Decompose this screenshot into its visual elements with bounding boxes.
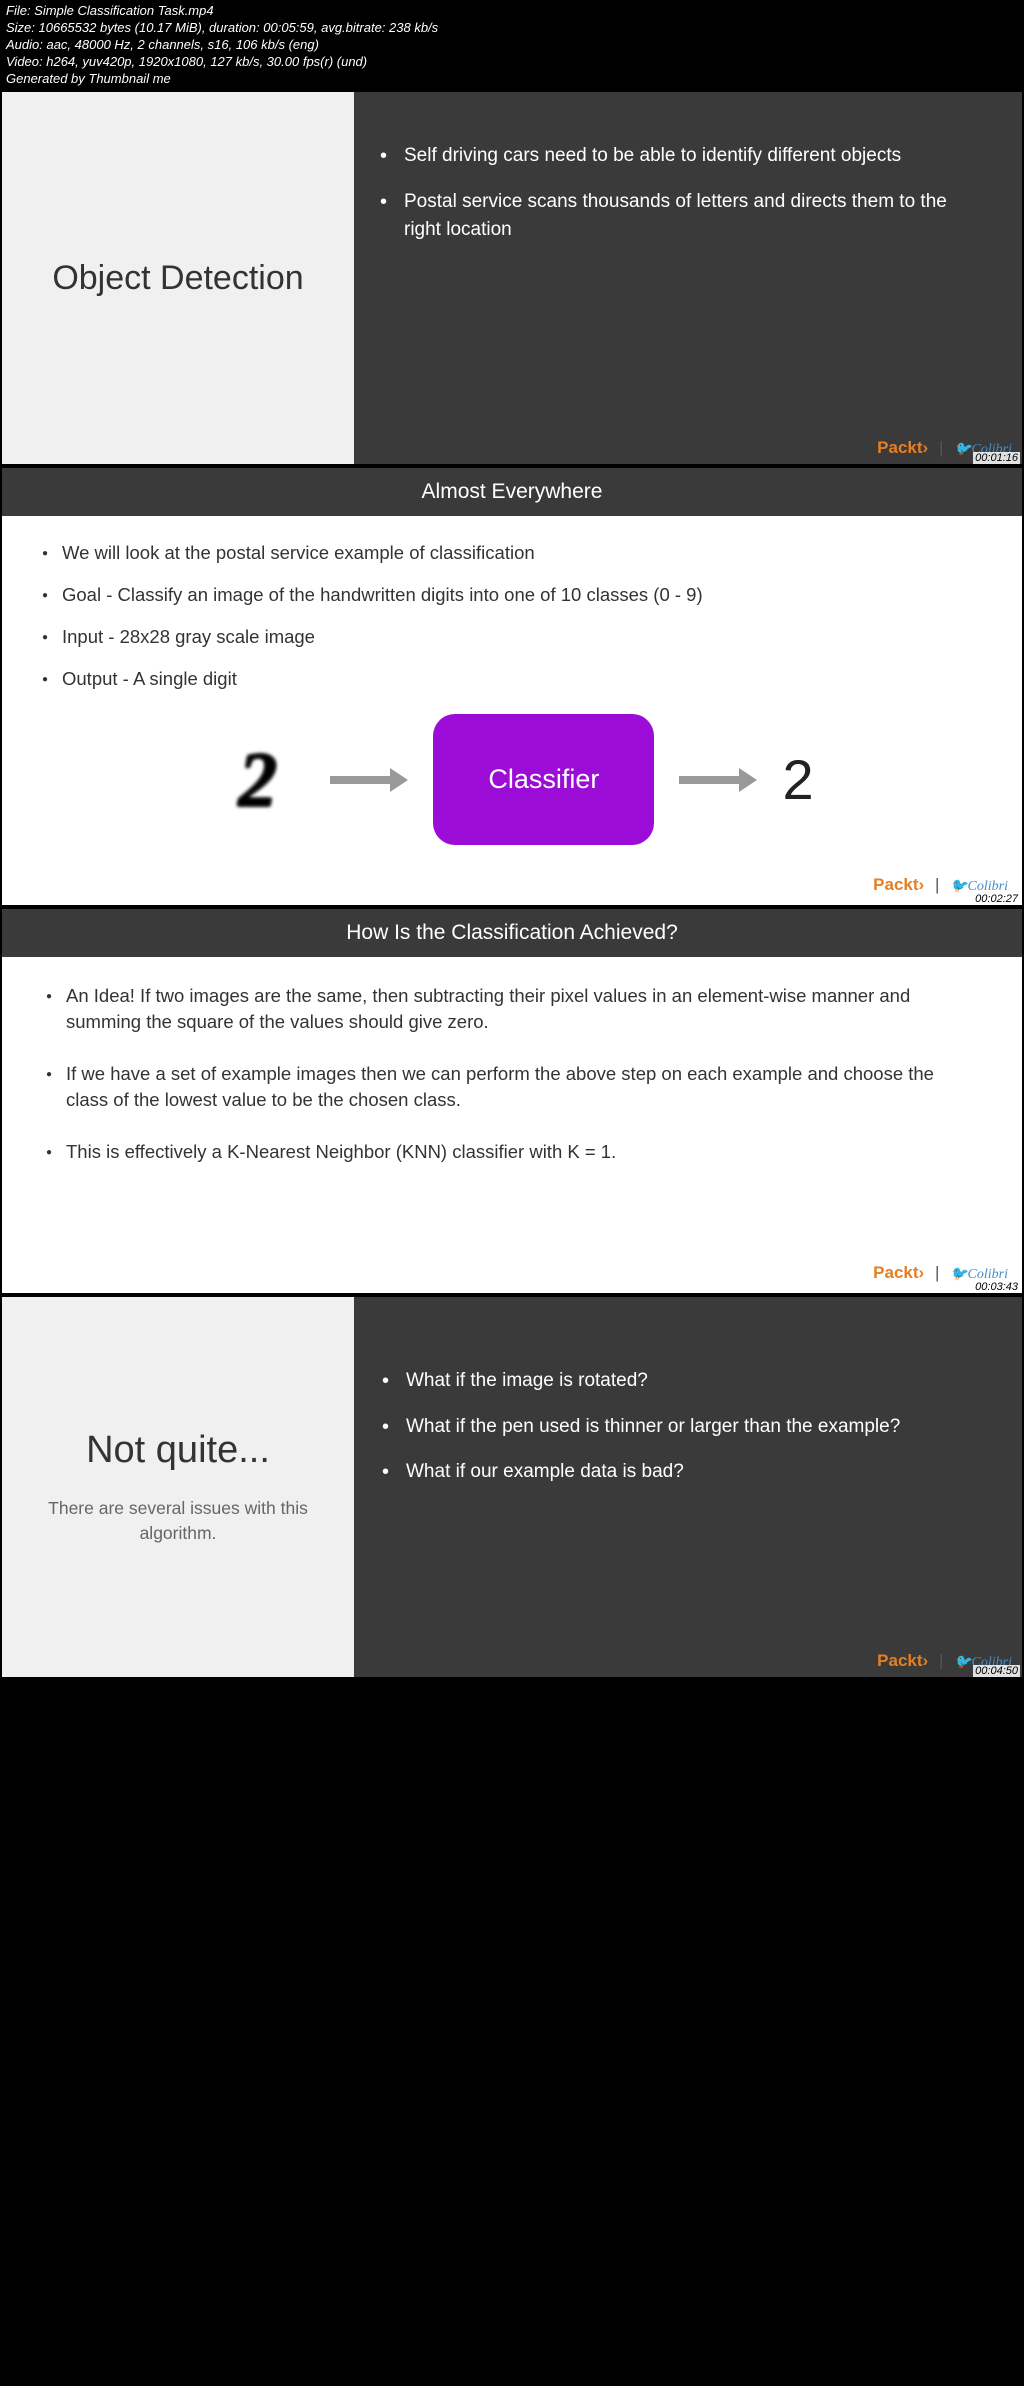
slide-3-bullets: An Idea! If two images are the same, the… bbox=[46, 983, 978, 1164]
slide-2-bullets: We will look at the postal service examp… bbox=[42, 540, 982, 692]
timestamp-4: 00:04:50 bbox=[973, 1665, 1020, 1677]
slide-2-header: Almost Everywhere bbox=[2, 468, 1022, 516]
slide-4: Not quite... There are several issues wi… bbox=[0, 1295, 1024, 1679]
bullet-item: Input - 28x28 gray scale image bbox=[62, 624, 982, 650]
brand-separator: | bbox=[939, 1651, 943, 1670]
output-digit: 2 bbox=[782, 747, 813, 812]
slide-3: How Is the Classification Achieved? An I… bbox=[0, 907, 1024, 1295]
brand-footer: Packt› | 🐦Colibri bbox=[873, 875, 1008, 895]
slide-3-header: How Is the Classification Achieved? bbox=[2, 909, 1022, 957]
input-digit-image: 2 bbox=[210, 732, 305, 827]
bullet-item: This is effectively a K-Nearest Neighbor… bbox=[66, 1139, 978, 1165]
packt-logo: Packt› bbox=[877, 438, 928, 457]
slide-3-body: An Idea! If two images are the same, the… bbox=[2, 957, 1022, 1293]
slide-4-title: Not quite... bbox=[86, 1429, 270, 1472]
packt-logo: Packt› bbox=[877, 1651, 928, 1670]
bullet-item: What if the image is rotated? bbox=[406, 1367, 972, 1395]
brand-separator: | bbox=[935, 875, 939, 894]
meta-generated: Generated by Thumbnail me bbox=[6, 71, 1018, 88]
meta-video: Video: h264, yuv420p, 1920x1080, 127 kb/… bbox=[6, 54, 1018, 71]
timestamp-3: 00:03:43 bbox=[973, 1281, 1020, 1293]
slide-1-bullets: Self driving cars need to be able to ide… bbox=[374, 142, 977, 243]
slide-1-title-pane: Object Detection bbox=[2, 92, 354, 464]
bullet-item: What if our example data is bad? bbox=[406, 1458, 972, 1486]
meta-size: Size: 10665532 bytes (10.17 MiB), durati… bbox=[6, 20, 1018, 37]
bullet-item: We will look at the postal service examp… bbox=[62, 540, 982, 566]
bullet-item: Goal - Classify an image of the handwrit… bbox=[62, 582, 982, 608]
classifier-diagram: 2 Classifier 2 bbox=[42, 714, 982, 845]
slide-2: Almost Everywhere We will look at the po… bbox=[0, 466, 1024, 907]
packt-logo: Packt› bbox=[873, 875, 924, 894]
slide-4-content-pane: What if the image is rotated? What if th… bbox=[354, 1297, 1022, 1677]
meta-file: File: Simple Classification Task.mp4 bbox=[6, 3, 1018, 20]
brand-separator: | bbox=[935, 1263, 939, 1282]
timestamp-2: 00:02:27 bbox=[973, 893, 1020, 905]
timestamp-1: 00:01:16 bbox=[973, 452, 1020, 464]
slide-4-title-pane: Not quite... There are several issues wi… bbox=[2, 1297, 354, 1677]
packt-logo: Packt› bbox=[873, 1263, 924, 1282]
slide-1-content-pane: Self driving cars need to be able to ide… bbox=[354, 92, 1022, 464]
bullet-item: Postal service scans thousands of letter… bbox=[404, 188, 977, 243]
meta-audio: Audio: aac, 48000 Hz, 2 channels, s16, 1… bbox=[6, 37, 1018, 54]
slide-2-body: We will look at the postal service examp… bbox=[2, 516, 1022, 905]
colibri-logo: 🐦Colibri bbox=[950, 879, 1008, 894]
arrow-icon bbox=[330, 768, 408, 792]
brand-separator: | bbox=[939, 438, 943, 457]
classifier-box: Classifier bbox=[433, 714, 654, 845]
arrow-icon bbox=[679, 768, 757, 792]
slide-1-title: Object Detection bbox=[52, 259, 303, 298]
bullet-item: An Idea! If two images are the same, the… bbox=[66, 983, 978, 1035]
bullet-item: If we have a set of example images then … bbox=[66, 1061, 978, 1113]
bullet-item: What if the pen used is thinner or large… bbox=[406, 1413, 972, 1441]
brand-footer: Packt› | 🐦Colibri bbox=[873, 1263, 1008, 1283]
bullet-item: Output - A single digit bbox=[62, 666, 982, 692]
video-metadata: File: Simple Classification Task.mp4 Siz… bbox=[0, 0, 1024, 90]
colibri-logo: 🐦Colibri bbox=[950, 1267, 1008, 1282]
bullet-item: Self driving cars need to be able to ide… bbox=[404, 142, 977, 170]
slide-4-subtitle: There are several issues with this algor… bbox=[22, 1496, 334, 1545]
slide-4-bullets: What if the image is rotated? What if th… bbox=[376, 1367, 972, 1486]
slide-1: Object Detection Self driving cars need … bbox=[0, 90, 1024, 466]
